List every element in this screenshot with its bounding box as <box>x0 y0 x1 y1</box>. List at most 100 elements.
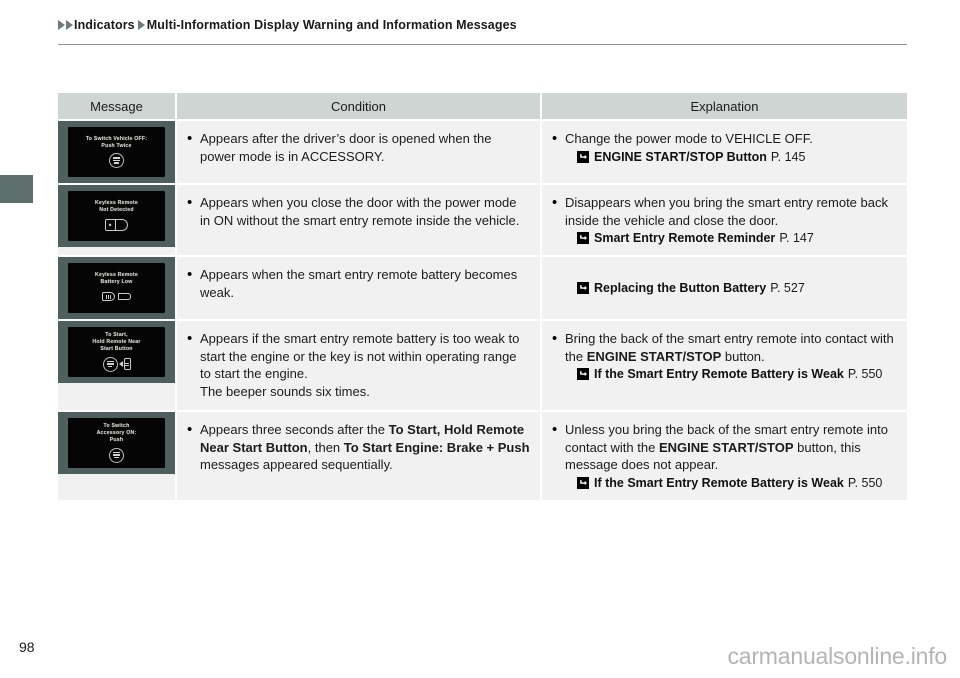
mid-text-line: To Switch Vehicle OFF: <box>85 135 148 142</box>
reference-page: P. 145 <box>770 149 806 164</box>
cross-reference[interactable]: If the Smart Entry Remote Battery is Wea… <box>552 476 897 490</box>
breadcrumb: Indicators Multi-Information Display Warn… <box>58 18 517 32</box>
breadcrumb-item-current: Multi-Information Display Warning and In… <box>146 18 517 32</box>
mid-text-line: Push Twice <box>101 142 132 149</box>
mid-icon-row: ◆ <box>104 217 129 233</box>
bullet-dot-icon: • <box>552 421 558 438</box>
bullet-text: Bring the back of the smart entry remote… <box>565 331 894 364</box>
explanation-cell: • Bring the back of the smart entry remo… <box>542 321 907 410</box>
bullet-dot-icon: • <box>552 130 558 147</box>
mid-display-frame: To Switch Vehicle OFF: Push Twice <box>58 121 175 183</box>
reference-title: Replacing the Button Battery <box>594 280 767 295</box>
bullet-item: • Appears when the smart entry remote ba… <box>187 266 530 301</box>
explanation-cell: Replacing the Button Battery P. 527 <box>542 257 907 319</box>
bullet-item: • Appears after the driver’s door is ope… <box>187 130 530 165</box>
mid-display-frame: Keyless Remote Battery Low <box>58 257 175 319</box>
mid-display-screen: Keyless Remote Not Detected ◆ <box>68 191 165 241</box>
messages-table: Message Condition Explanation To Switch … <box>58 93 907 500</box>
bullet-text: Appears if the smart entry remote batter… <box>200 331 520 381</box>
reference-page: P. 527 <box>770 280 805 295</box>
breadcrumb-separator-icon <box>137 20 145 30</box>
bullet-item: • Appears if the smart entry remote batt… <box>187 330 530 383</box>
condition-cell: • Appears after the driver’s door is ope… <box>177 121 540 183</box>
condition-cell: • Appears when you close the door with t… <box>177 185 540 255</box>
push-button-icon <box>109 153 124 168</box>
table-row: To Switch Accessory ON: Push • Appears t… <box>58 412 907 500</box>
breadcrumb-item-indicators[interactable]: Indicators <box>74 18 135 32</box>
reference-title: If the Smart Entry Remote Battery is Wea… <box>594 367 844 381</box>
bullet-item: • Unless you bring the back of the smart… <box>552 421 897 474</box>
bullet-item: • Change the power mode to VEHICLE OFF. <box>552 130 897 148</box>
bullet-dot-icon: • <box>187 194 193 211</box>
bullet-dot-icon: • <box>187 266 193 283</box>
explanation-cell: • Disappears when you bring the smart en… <box>542 185 907 255</box>
breadcrumb-triangle-icon <box>66 20 73 30</box>
reference-arrow-icon <box>577 150 589 163</box>
mid-display-frame: To Switch Accessory ON: Push <box>58 412 175 474</box>
column-header-condition: Condition <box>177 93 540 119</box>
table-row: To Switch Vehicle OFF: Push Twice • Appe… <box>58 121 907 183</box>
cross-reference[interactable]: Smart Entry Remote Reminder P. 147 <box>552 231 897 245</box>
push-button-icon <box>109 447 124 463</box>
column-header-explanation: Explanation <box>542 93 907 119</box>
cross-reference[interactable]: If the Smart Entry Remote Battery is Wea… <box>552 367 897 381</box>
bullet-dot-icon: • <box>187 130 193 147</box>
battery-low-icon <box>102 292 131 301</box>
table-row: Keyless Remote Not Detected ◆ • Appears … <box>58 185 907 255</box>
message-cell: To Start, Hold Remote Near Start Button <box>58 321 175 410</box>
reference-arrow-icon <box>577 232 589 244</box>
mid-text-line: Start Button <box>100 346 133 352</box>
column-header-message: Message <box>58 93 175 119</box>
table-row: Keyless Remote Battery Low • Appears whe… <box>58 257 907 319</box>
message-cell: Keyless Remote Battery Low <box>58 257 175 319</box>
condition-extra-text: The beeper sounds six times. <box>200 383 370 399</box>
explanation-cell: • Unless you bring the back of the smart… <box>542 412 907 500</box>
message-cell: Keyless Remote Not Detected ◆ <box>58 185 175 255</box>
condition-cell: • Appears if the smart entry remote batt… <box>177 321 540 410</box>
keyless-remote-not-detected-icon: ◆ <box>104 218 129 231</box>
condition-cell: • Appears when the smart entry remote ba… <box>177 257 540 319</box>
reference-arrow-icon <box>577 368 589 380</box>
watermark: carmanualsonline.info <box>727 643 947 669</box>
bullet-dot-icon: • <box>187 330 193 347</box>
mid-display-screen: To Start, Hold Remote Near Start Button <box>68 327 165 377</box>
mid-text-line: Not Detected <box>99 206 134 213</box>
mid-display-screen: Keyless Remote Battery Low <box>68 263 165 313</box>
table-header-row: Message Condition Explanation <box>58 93 907 119</box>
bullet-item: • Appears when you close the door with t… <box>187 194 530 229</box>
cross-reference[interactable]: Replacing the Button Battery P. 527 <box>552 281 805 295</box>
bullet-item: • Disappears when you bring the smart en… <box>552 194 897 229</box>
reference-arrow-icon <box>577 281 589 294</box>
table-row: To Start, Hold Remote Near Start Button <box>58 321 907 410</box>
mid-icon-row <box>109 447 124 463</box>
reference-page: P. 550 <box>847 367 883 381</box>
reference-page: P. 147 <box>779 231 814 245</box>
mid-text-line: Keyless Remote <box>95 271 138 278</box>
mid-icon-row <box>102 356 131 372</box>
mid-text-line: To Switch <box>103 423 130 429</box>
bullet-text: Appears three seconds after the To Start… <box>200 422 530 472</box>
breadcrumb-triangle-icon <box>58 20 65 30</box>
message-cell: To Switch Vehicle OFF: Push Twice <box>58 121 175 183</box>
bullet-dot-icon: • <box>552 194 558 211</box>
bullet-text: Appears when you close the door with the… <box>200 195 520 228</box>
message-cell: To Switch Accessory ON: Push <box>58 412 175 500</box>
reference-arrow-icon <box>577 476 589 489</box>
mid-display-screen: To Switch Vehicle OFF: Push Twice <box>68 127 165 177</box>
mid-text-line: Keyless Remote <box>95 199 138 206</box>
cross-reference[interactable]: ENGINE START/STOP Button P. 145 <box>552 150 897 164</box>
mid-text-line: Hold Remote Near <box>92 339 141 345</box>
mid-icon-row <box>102 289 131 305</box>
reference-title: If the Smart Entry Remote Battery is Wea… <box>594 475 844 490</box>
bullet-text: Unless you bring the back of the smart e… <box>565 422 888 472</box>
mid-icon-row <box>109 153 124 169</box>
bullet-text: Change the power mode to VEHICLE OFF. <box>565 131 813 146</box>
condition-cell: • Appears three seconds after the To Sta… <box>177 412 540 500</box>
bullet-text: Appears when the smart entry remote batt… <box>200 267 518 300</box>
explanation-cell: • Change the power mode to VEHICLE OFF. … <box>542 121 907 183</box>
mid-text-line: Push <box>109 437 124 443</box>
bullet-text: Appears after the driver’s door is opene… <box>200 131 492 164</box>
page-number: 98 <box>19 639 35 655</box>
manual-page: Indicators Multi-Information Display Warn… <box>0 0 960 678</box>
header-divider <box>58 44 907 45</box>
